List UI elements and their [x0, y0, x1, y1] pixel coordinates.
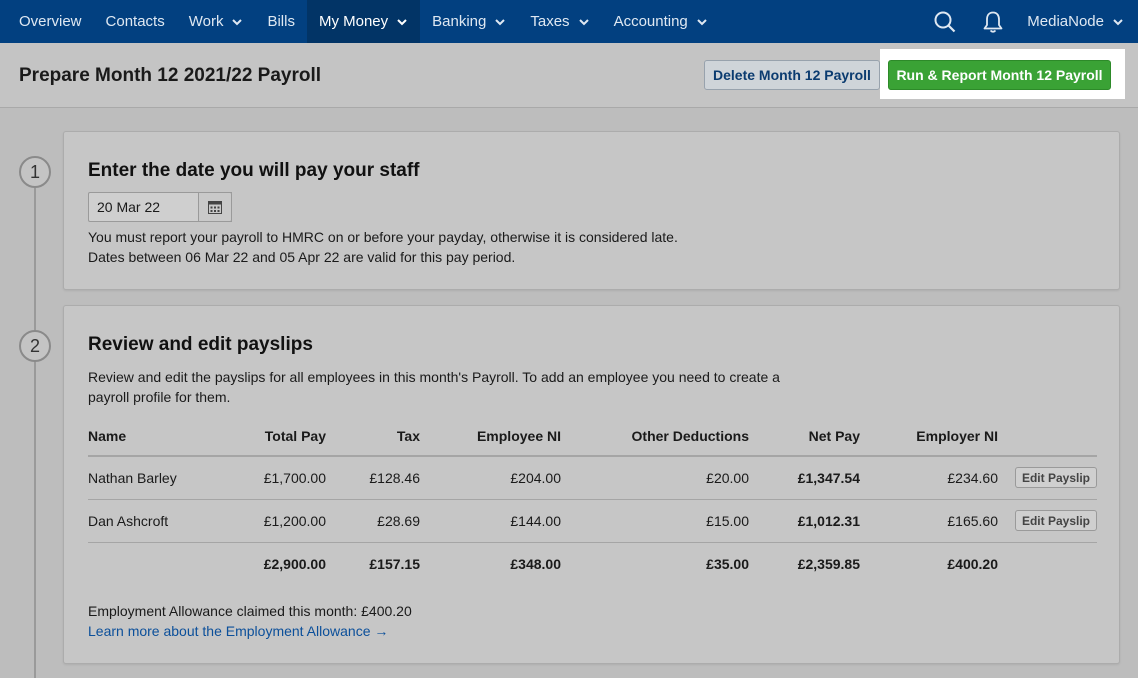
cell-net-pay: £1,347.54: [749, 456, 860, 500]
payslips-desc-2: payroll profile for them.: [88, 389, 231, 405]
cell-employee-ni: £204.00: [420, 456, 561, 500]
pay-date-value: 20 Mar 22: [97, 199, 161, 215]
search-icon: [934, 11, 956, 32]
cell-total-pay: £1,700.00: [228, 456, 326, 500]
cell-net-pay: £1,012.31: [749, 499, 860, 543]
pay-date-note-1: You must report your payroll to HMRC on …: [88, 229, 678, 245]
nav-label: Work: [188, 13, 224, 30]
cell-name: Nathan Barley: [88, 456, 228, 500]
nav-label: Contacts: [105, 13, 165, 30]
table-row: Dan Ashcroft £1,200.00 £28.69 £144.00 £1…: [88, 499, 1097, 543]
cell-actions: Edit Payslip: [998, 499, 1097, 543]
run-report-payroll-button[interactable]: Run & Report Month 12 Payroll: [888, 60, 1111, 90]
cell-actions: Edit Payslip: [998, 456, 1097, 500]
nav-my-money[interactable]: My Money: [306, 0, 421, 43]
pay-date-card: Enter the date you will pay your staff 2…: [63, 131, 1120, 290]
nav-accounting[interactable]: Accounting: [602, 0, 720, 43]
col-employer-ni: Employer NI: [860, 416, 998, 457]
cell-name: Dan Ashcroft: [88, 499, 228, 543]
nav-label: Overview: [19, 13, 82, 30]
total-employer-ni: £400.20: [947, 555, 998, 572]
table-row: Nathan Barley £1,700.00 £128.46 £204.00 …: [88, 456, 1097, 500]
employment-allowance-link[interactable]: Learn more about the Employment Allowanc…: [88, 621, 388, 641]
cell-actions: [998, 542, 1097, 585]
payslips-desc-1: Review and edit the payslips for all emp…: [88, 369, 780, 385]
step-1-badge: 1: [19, 156, 51, 188]
cell-other-deductions: £20.00: [561, 456, 749, 500]
nav-overview[interactable]: Overview: [0, 0, 94, 43]
chevron-down-icon: [578, 18, 589, 25]
nav-label: Accounting: [613, 13, 688, 30]
step-2-badge: 2: [19, 330, 51, 362]
total-total-pay: £2,900.00: [263, 555, 326, 572]
chevron-down-icon: [1113, 18, 1123, 25]
col-net-pay: Net Pay: [749, 416, 860, 457]
col-employee-ni: Employee NI: [420, 416, 561, 457]
employment-allowance-text: Employment Allowance claimed this month:…: [88, 603, 412, 619]
user-menu[interactable]: MediaNode: [1017, 0, 1138, 43]
nav-label: Bills: [267, 13, 295, 30]
total-net-pay: £2,359.85: [797, 555, 860, 572]
table-header-row: Name Total Pay Tax Employee NI Other Ded…: [88, 416, 1097, 457]
cell-tax: £128.46: [326, 456, 420, 500]
nav-label: My Money: [318, 13, 389, 30]
total-employee-ni: £348.00: [510, 555, 561, 572]
top-nav: Overview Contacts Work Bills My Money Ba…: [0, 0, 1138, 43]
edit-payslip-button[interactable]: Edit Payslip: [1014, 510, 1097, 531]
cell-total-pay: £1,200.00: [228, 499, 326, 543]
user-name: MediaNode: [1027, 13, 1104, 30]
cell-other-deductions: £15.00: [561, 499, 749, 543]
chevron-down-icon: [697, 18, 707, 25]
chevron-down-icon: [397, 18, 407, 25]
nav-work[interactable]: Work: [177, 0, 256, 43]
notifications-button[interactable]: [969, 0, 1017, 43]
edit-payslip-button[interactable]: Edit Payslip: [1014, 467, 1097, 489]
cell-tax: £28.69: [326, 499, 420, 543]
payslips-table: Name Total Pay Tax Employee NI Other Ded…: [88, 416, 1097, 585]
bell-icon: [983, 11, 1003, 33]
totals-row: £2,900.00 £157.15 £348.00 £35.00 £2,359.…: [88, 542, 1097, 585]
cell-employer-ni: £234.60: [860, 456, 998, 500]
calendar-icon: [208, 201, 222, 214]
cell-name: [88, 542, 228, 585]
payslips-card: Review and edit payslips Review and edit…: [63, 305, 1120, 664]
nav-banking[interactable]: Banking: [420, 0, 518, 43]
nav-label: Banking: [432, 13, 487, 30]
cell-employee-ni: £144.00: [420, 499, 561, 543]
search-button[interactable]: [921, 0, 969, 43]
total-tax: £157.15: [369, 555, 420, 572]
col-other-deductions: Other Deductions: [561, 416, 749, 457]
nav-taxes[interactable]: Taxes: [518, 0, 601, 43]
col-total-pay: Total Pay: [228, 416, 326, 457]
delete-payroll-button[interactable]: Delete Month 12 Payroll: [704, 60, 880, 90]
chevron-down-icon: [495, 18, 506, 25]
pay-date-note-2: Dates between 06 Mar 22 and 05 Apr 22 ar…: [88, 249, 516, 265]
col-actions: [998, 416, 1097, 457]
nav-contacts[interactable]: Contacts: [94, 0, 177, 43]
nav-label: Taxes: [530, 13, 570, 30]
col-tax: Tax: [326, 416, 420, 457]
chevron-down-icon: [232, 18, 243, 25]
total-other-deductions: £35.00: [706, 555, 749, 572]
col-name: Name: [88, 416, 228, 457]
steps-timeline: [34, 188, 36, 678]
calendar-button[interactable]: [198, 192, 232, 222]
payslips-title: Review and edit payslips: [88, 334, 313, 355]
nav-bills[interactable]: Bills: [255, 0, 307, 43]
cell-employer-ni: £165.60: [860, 499, 998, 543]
pay-date-title: Enter the date you will pay your staff: [88, 160, 420, 181]
page-title: Prepare Month 12 2021/22 Payroll: [19, 65, 322, 86]
